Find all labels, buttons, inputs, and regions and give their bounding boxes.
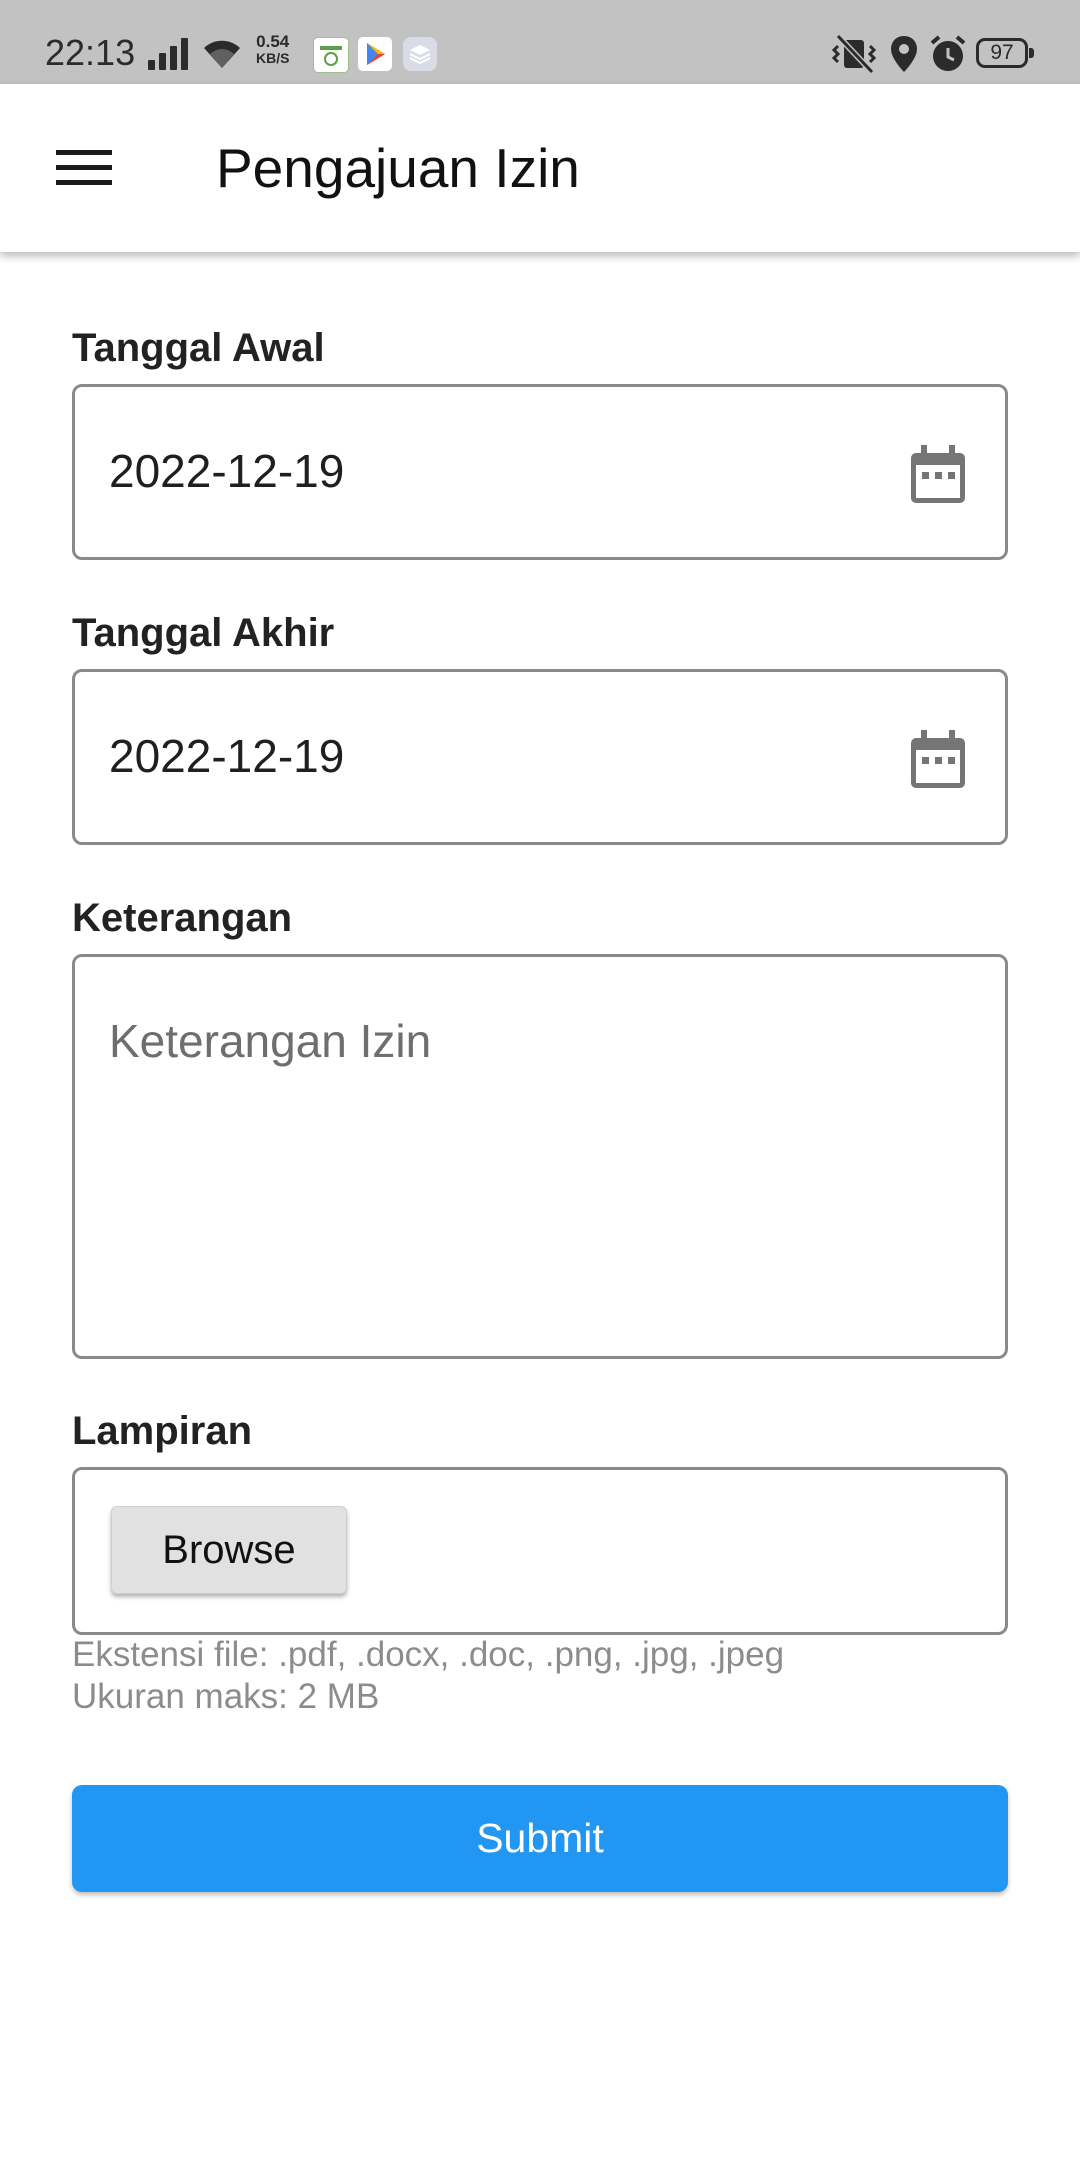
description-textarea[interactable]: Keterangan Izin: [72, 954, 1008, 1359]
page-title: Pengajuan Izin: [216, 137, 580, 199]
network-speed-value: 0.54: [256, 32, 290, 51]
end-date-field[interactable]: 2022-12-19: [72, 669, 1008, 845]
attachment-label: Lampiran: [72, 1409, 253, 1453]
play-store-icon: [358, 37, 392, 71]
description-placeholder: Keterangan Izin: [109, 1015, 432, 1067]
network-speed: 0.54 KB/S: [256, 33, 289, 67]
status-bar: 22:13 0.54 KB/S 97: [0, 0, 1080, 84]
calendar-icon[interactable]: [909, 445, 967, 505]
app-bar: Pengajuan Izin: [0, 84, 1080, 252]
battery-icon: 97: [976, 38, 1034, 68]
end-date-label: Tanggal Akhir: [72, 611, 335, 655]
signal-icon: [148, 38, 188, 70]
app-notification-icon: [313, 37, 349, 73]
vibrate-icon: [831, 34, 877, 74]
start-date-value: 2022-12-19: [109, 445, 345, 497]
location-icon: [891, 36, 917, 72]
attachment-extensions-hint: Ekstensi file: .pdf, .docx, .doc, .png, …: [72, 1635, 785, 1674]
submit-button[interactable]: Submit: [72, 1785, 1008, 1892]
start-date-label: Tanggal Awal: [72, 326, 325, 370]
calendar-icon[interactable]: [909, 730, 967, 790]
end-date-value: 2022-12-19: [109, 730, 345, 782]
network-speed-unit: KB/S: [256, 50, 290, 66]
attachment-field: Browse: [72, 1467, 1008, 1635]
hamburger-menu-icon[interactable]: [56, 150, 112, 186]
wifi-icon: [204, 40, 240, 68]
status-time: 22:13: [45, 32, 136, 73]
attachment-size-hint: Ukuran maks: 2 MB: [72, 1677, 380, 1716]
browse-button[interactable]: Browse: [111, 1506, 347, 1594]
layers-app-icon: [403, 37, 437, 71]
description-label: Keterangan: [72, 896, 293, 940]
start-date-field[interactable]: 2022-12-19: [72, 384, 1008, 560]
alarm-icon: [930, 35, 966, 71]
